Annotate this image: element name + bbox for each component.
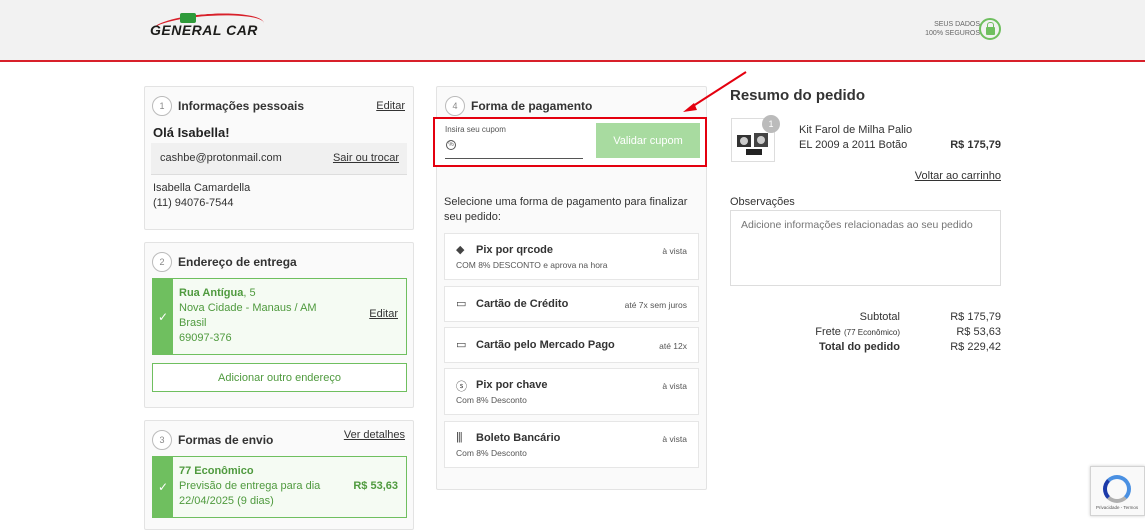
shipping-detail: (77 Econômico) [843,328,900,337]
shipping-header: 3 Formas de envio [152,430,273,450]
payment-option-condition: até 7x sem juros [624,300,687,310]
selected-address[interactable]: ✓ Rua Antígua, 5 Nova Cidade - Manaus / … [152,278,407,355]
secure-line-2: 100% SEGUROS [925,30,980,37]
product-price: R$ 175,79 [950,139,1001,151]
email-row: cashbe@protonmail.com Sair ou trocar [151,143,407,175]
user-phone: (11) 94076-7544 [153,197,234,209]
payment-option-name: Cartão de Crédito [476,298,569,310]
payment-option-condition: à vista [662,434,687,444]
back-to-cart-link[interactable]: Voltar ao carrinho [915,170,1001,182]
payment-option-credit-card[interactable]: ▭ Cartão de Crédito até 7x sem juros [444,286,699,322]
user-full-name: Isabella Camardella [153,182,251,194]
payment-option-condition: até 12x [659,341,687,351]
barcode-icon: ||| [456,431,463,443]
shipping-forecast-1: Previsão de entrega para dia [179,480,321,492]
personal-info-title: Informações pessoais [178,99,305,113]
shipping-label-row: Frete (77 Econômico) [815,326,900,338]
validate-coupon-button[interactable]: Validar cupom [596,123,700,158]
notes-textarea[interactable] [730,210,1001,286]
subtotal-value: R$ 175,79 [950,311,1001,323]
credit-card-icon: ▭ [456,298,467,310]
greeting: Olá Isabella! [153,125,230,140]
coupon-section: Insira seu cupom % Validar cupom [433,117,707,167]
lock-icon [979,18,1001,40]
secure-badge-text: SEUS DADOS 100% SEGUROS [920,20,980,38]
address-country: Brasil [179,317,207,329]
address-street: Rua Antígua [179,287,244,299]
subtotal-label: Subtotal [859,311,900,323]
address-street-line: Rua Antígua, 5 [179,287,256,299]
personal-info-card: 1 Informações pessoais Editar Olá Isabel… [144,86,414,230]
logo-text: GENERAL CAR [150,22,258,38]
payment-option-name: Boleto Bancário [476,432,561,444]
address-number: , 5 [243,287,256,299]
step-number: 2 [152,252,172,272]
recaptcha-footer: Privacidade - Termos [1096,505,1139,510]
logout-link[interactable]: Sair ou trocar [333,152,399,164]
step-number: 1 [152,96,172,116]
shipping-option-name: 77 Econômico [179,465,254,477]
address-header: 2 Endereço de entrega [152,252,297,272]
secure-line-1: SEUS DADOS [934,21,980,28]
check-icon: ✓ [153,457,173,517]
product-name-1: Kit Farol de Milha Palio [799,124,913,136]
recaptcha-icon [1103,475,1131,503]
shipping-price: R$ 53,63 [353,480,398,492]
shipping-label: Frete [815,326,841,338]
payment-option-pix-chave[interactable]: ⓢ Pix por chave à vista Com 8% Desconto [444,368,699,415]
payment-option-name: Pix por qrcode [476,244,554,256]
site-header: GENERAL CAR SEUS DADOS 100% SEGUROS [0,0,1145,62]
check-icon: ✓ [153,279,173,354]
recaptcha-badge[interactable]: Privacidade - Termos [1090,466,1145,516]
shipping-details-link[interactable]: Ver detalhes [344,429,405,441]
personal-info-header: 1 Informações pessoais [152,96,304,116]
credit-card-icon: ▭ [456,339,467,351]
dollar-icon: ⓢ [456,381,467,393]
notes-label: Observações [730,196,795,208]
payment-option-name: Cartão pelo Mercado Pago [476,339,615,351]
payment-option-condition: à vista [662,381,687,391]
coupon-icon: % [446,140,456,150]
payment-option-name: Pix por chave [476,379,548,391]
total-label: Total do pedido [818,341,900,353]
order-summary-title: Resumo do pedido [730,87,865,104]
add-address-button[interactable]: Adicionar outro endereço [152,363,407,392]
coupon-input[interactable] [445,137,583,159]
product-quantity-badge: 1 [762,115,780,133]
coupon-label: Insira seu cupom [445,125,506,134]
selected-shipping-option[interactable]: ✓ 77 Econômico Previsão de entrega para … [152,456,407,518]
general-car-logo[interactable]: GENERAL CAR [150,10,265,44]
shipping-forecast-2: 22/04/2025 (9 dias) [179,495,274,507]
payment-option-mercado-pago[interactable]: ▭ Cartão pelo Mercado Pago até 12x [444,327,699,363]
shipping-card: 3 Formas de envio Ver detalhes ✓ 77 Econ… [144,420,414,530]
payment-option-condition: à vista [662,246,687,256]
edit-address-link[interactable]: Editar [369,308,398,320]
payment-option-boleto[interactable]: ||| Boleto Bancário à vista Com 8% Desco… [444,421,699,468]
address-city: Nova Cidade - Manaus / AM [179,302,317,314]
payment-option-sub: COM 8% DESCONTO e aprova na hora [456,260,608,270]
address-zip: 69097-376 [179,332,232,344]
payment-option-pix-qrcode[interactable]: ◆ Pix por qrcode à vista COM 8% DESCONTO… [444,233,699,280]
step-number: 3 [152,430,172,450]
edit-personal-link[interactable]: Editar [376,100,405,112]
step-number: 4 [445,96,465,116]
shipping-title: Formas de envio [178,433,274,447]
shipping-value: R$ 53,63 [956,326,1001,338]
payment-header: 4 Forma de pagamento [445,96,592,116]
delivery-address-card: 2 Endereço de entrega ✓ Rua Antígua, 5 N… [144,242,414,408]
product-name-2: EL 2009 a 2011 Botão [799,139,908,151]
pix-icon: ◆ [456,244,465,256]
user-email: cashbe@protonmail.com [160,152,282,164]
payment-title: Forma de pagamento [471,99,593,113]
payment-instructions: Selecione uma forma de pagamento para fi… [444,196,688,223]
address-title: Endereço de entrega [178,255,297,269]
payment-option-sub: Com 8% Desconto [456,448,527,458]
total-value: R$ 229,42 [950,341,1001,353]
payment-option-sub: Com 8% Desconto [456,395,527,405]
